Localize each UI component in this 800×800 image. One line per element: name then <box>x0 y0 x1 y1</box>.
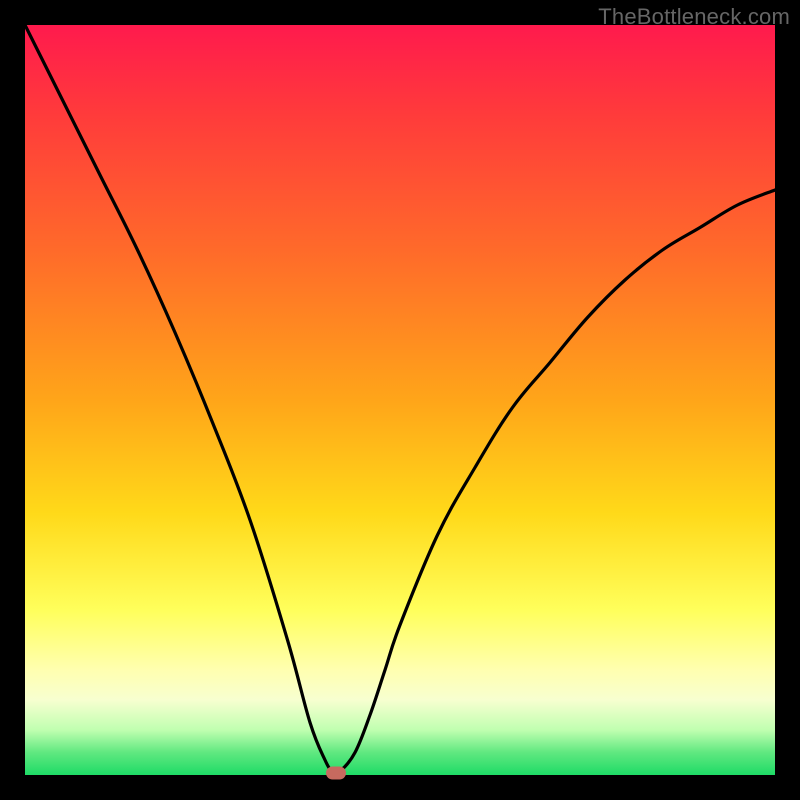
watermark-text: TheBottleneck.com <box>598 4 790 30</box>
optimal-point-marker <box>326 766 346 779</box>
bottleneck-curve <box>25 25 775 775</box>
chart-area <box>25 25 775 775</box>
